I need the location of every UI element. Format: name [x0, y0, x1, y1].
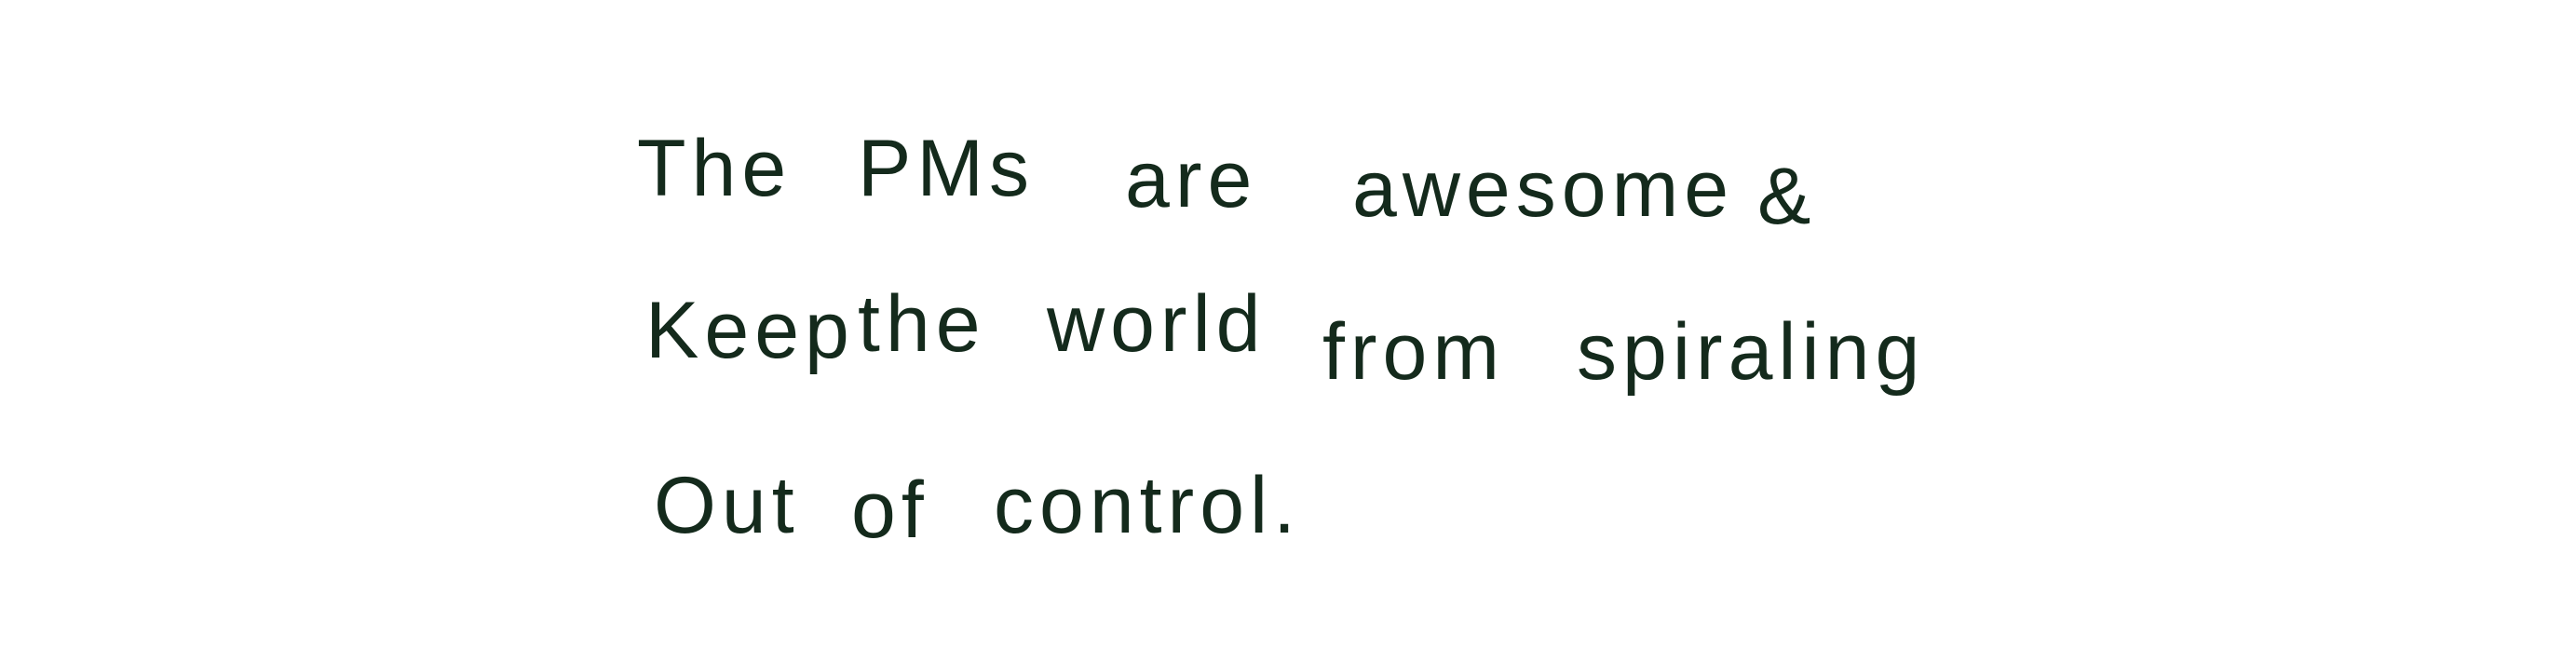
word: spiraling [1577, 307, 1926, 397]
word: control. [994, 461, 1302, 550]
word: the [858, 279, 986, 369]
word: Keep [645, 286, 855, 375]
word: PMs [858, 124, 1035, 213]
word: from [1322, 307, 1505, 397]
word: are [1125, 135, 1258, 224]
word: of [851, 466, 929, 555]
word: awesome [1352, 144, 1735, 234]
word: The [637, 124, 793, 213]
word: Out [654, 461, 800, 550]
word: world [1047, 279, 1267, 369]
word: & [1757, 152, 1817, 241]
